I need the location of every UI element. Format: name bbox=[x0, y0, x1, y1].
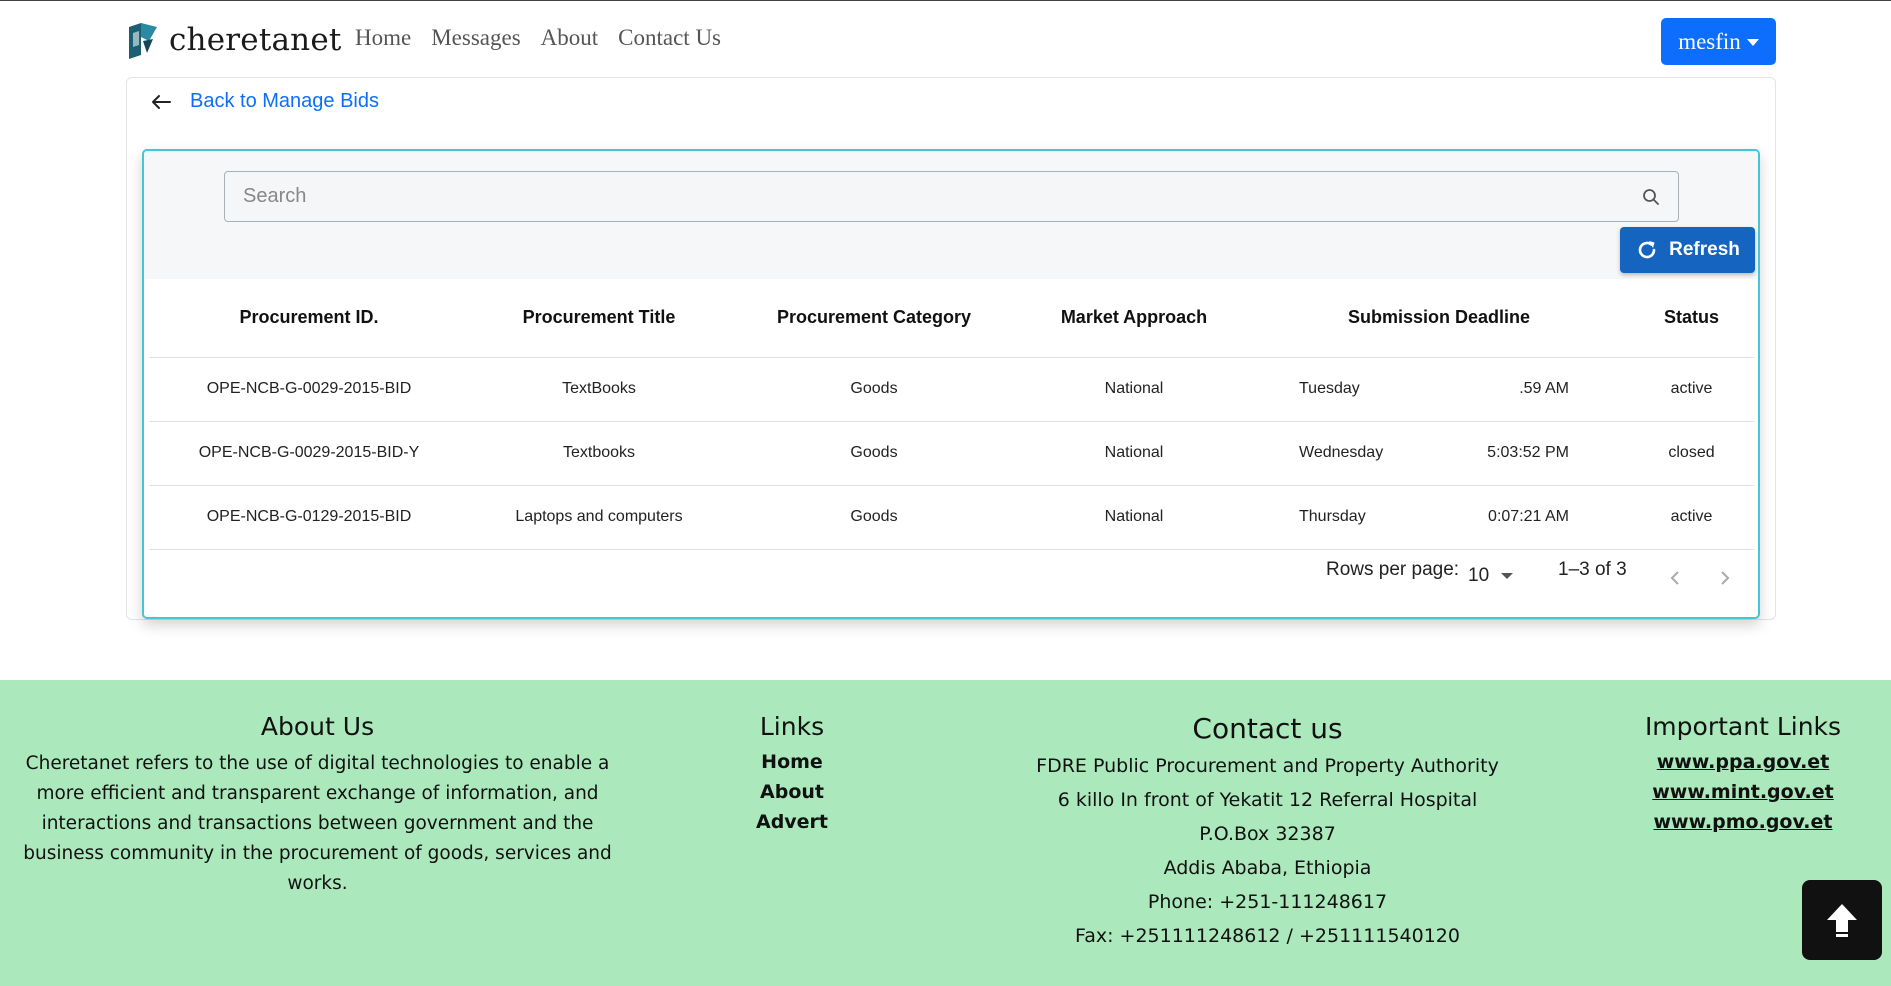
contact-phone: Phone: +251-111248617 bbox=[1147, 891, 1388, 913]
footer-link-advert[interactable]: Advert bbox=[712, 807, 872, 837]
nav-about[interactable]: About bbox=[541, 25, 599, 51]
footer-links-title: Links bbox=[759, 712, 825, 741]
rows-per-page-label: Rows per page: bbox=[1326, 559, 1460, 580]
cell-market-approach: National bbox=[1019, 485, 1249, 550]
nav-messages[interactable]: Messages bbox=[431, 25, 520, 51]
brand-link[interactable]: cheretanet bbox=[127, 21, 342, 59]
refresh-label: Refresh bbox=[1669, 239, 1740, 260]
table-row[interactable]: OPE-NCB-G-0129-2015-BID Laptops and comp… bbox=[149, 485, 1754, 550]
arrow-left-icon[interactable] bbox=[150, 92, 172, 112]
table-header-row: Procurement ID. Procurement Title Procur… bbox=[149, 279, 1754, 358]
cell-procurement-id: OPE-NCB-G-0029-2015-BID bbox=[149, 357, 469, 422]
caret-down-icon bbox=[1746, 39, 1759, 46]
deadline-time: .59 AM bbox=[1519, 380, 1569, 397]
brand-logo-icon bbox=[129, 23, 157, 59]
cell-market-approach: National bbox=[1019, 357, 1249, 422]
cell-procurement-category: Goods bbox=[729, 357, 1019, 422]
contact-po-box: P.O.Box 32387 bbox=[1199, 823, 1336, 845]
header-submission-deadline[interactable]: Submission Deadline bbox=[1249, 279, 1629, 358]
footer-link-about[interactable]: About bbox=[712, 777, 872, 807]
footer-links: Links Home About Advert bbox=[712, 712, 872, 837]
cell-procurement-title: TextBooks bbox=[469, 357, 729, 422]
footer-contact: Contact us FDRE Public Procurement and P… bbox=[1000, 712, 1535, 953]
previous-page-button[interactable] bbox=[1660, 563, 1690, 593]
chevron-left-icon bbox=[1670, 571, 1679, 585]
arrow-up-icon bbox=[1827, 904, 1857, 937]
search-input[interactable] bbox=[225, 172, 1678, 221]
cell-status: closed bbox=[1629, 421, 1754, 486]
header-procurement-title[interactable]: Procurement Title bbox=[469, 279, 729, 358]
cell-procurement-id: OPE-NCB-G-0029-2015-BID-Y bbox=[149, 421, 469, 486]
cell-submission-deadline: Thursday 0:07:21 AM bbox=[1249, 485, 1629, 550]
cell-procurement-id: OPE-NCB-G-0129-2015-BID bbox=[149, 485, 469, 550]
footer-about: About Us Cheretanet refers to the use of… bbox=[10, 712, 625, 899]
deadline-day: Thursday bbox=[1299, 508, 1366, 525]
rows-per-page-value: 10 bbox=[1468, 565, 1490, 586]
nav-links: Home Messages About Contact Us bbox=[355, 25, 721, 51]
footer-important-links: Important Links www.ppa.gov.et www.mint.… bbox=[1620, 712, 1866, 837]
cell-status: active bbox=[1629, 485, 1754, 550]
footer-contact-title: Contact us bbox=[1192, 712, 1343, 745]
header-market-approach[interactable]: Market Approach bbox=[1019, 279, 1249, 358]
cell-procurement-category: Goods bbox=[729, 485, 1019, 550]
footer-link-home[interactable]: Home bbox=[712, 747, 872, 777]
rows-per-page-select[interactable]: 10 bbox=[1468, 565, 1514, 587]
nav-home[interactable]: Home bbox=[355, 25, 411, 51]
next-page-button[interactable] bbox=[1710, 563, 1740, 593]
header-procurement-id[interactable]: Procurement ID. bbox=[149, 279, 469, 358]
footer-about-title: About Us bbox=[260, 712, 375, 741]
header-procurement-category[interactable]: Procurement Category bbox=[729, 279, 1019, 358]
brand-name: cheretanet bbox=[169, 22, 342, 58]
search-box bbox=[224, 171, 1679, 222]
nav-contact-us[interactable]: Contact Us bbox=[618, 25, 721, 51]
contact-address: 6 killo In front of Yekatit 12 Referral … bbox=[1057, 789, 1478, 811]
chevron-right-icon bbox=[1721, 571, 1730, 585]
user-menu-button[interactable]: mesfin bbox=[1661, 18, 1776, 65]
header-status[interactable]: Status bbox=[1629, 279, 1754, 358]
important-link-ppa[interactable]: www.ppa.gov.et bbox=[1620, 747, 1866, 777]
deadline-time: 0:07:21 AM bbox=[1488, 508, 1569, 525]
cell-procurement-title: Laptops and computers bbox=[469, 485, 729, 550]
refresh-button[interactable]: Refresh bbox=[1620, 227, 1755, 273]
deadline-day: Tuesday bbox=[1299, 380, 1360, 397]
user-name: mesfin bbox=[1678, 28, 1741, 54]
cell-market-approach: National bbox=[1019, 421, 1249, 486]
contact-city: Addis Ababa, Ethiopia bbox=[1163, 857, 1372, 879]
caret-down-icon bbox=[1501, 573, 1514, 579]
important-link-pmo[interactable]: www.pmo.gov.et bbox=[1620, 807, 1866, 837]
contact-organization: FDRE Public Procurement and Property Aut… bbox=[1036, 755, 1499, 777]
back-to-manage-bids-link[interactable]: Back to Manage Bids bbox=[190, 90, 379, 113]
footer-important-title: Important Links bbox=[1644, 712, 1842, 741]
pagination-range: 1–3 of 3 bbox=[1558, 559, 1627, 580]
cell-submission-deadline: Tuesday .59 AM bbox=[1249, 357, 1629, 422]
bids-table: Procurement ID. Procurement Title Procur… bbox=[149, 279, 1754, 550]
pagination: Rows per page: 10 1–3 of 3 bbox=[144, 545, 1758, 615]
deadline-time: 5:03:52 PM bbox=[1487, 444, 1569, 461]
search-icon[interactable] bbox=[1642, 188, 1660, 206]
table-row[interactable]: OPE-NCB-G-0029-2015-BID TextBooks Goods … bbox=[149, 357, 1754, 422]
cell-procurement-title: Textbooks bbox=[469, 421, 729, 486]
contact-fax: Fax: +251111248612 / +251111540120 bbox=[1075, 925, 1460, 947]
important-link-mint[interactable]: www.mint.gov.et bbox=[1620, 777, 1866, 807]
cell-status: active bbox=[1629, 357, 1754, 422]
cell-procurement-category: Goods bbox=[729, 421, 1019, 486]
cell-submission-deadline: Wednesday 5:03:52 PM bbox=[1249, 421, 1629, 486]
footer-about-text: Cheretanet refers to the use of digital … bbox=[23, 753, 612, 894]
deadline-day: Wednesday bbox=[1299, 444, 1384, 461]
back-row: Back to Manage Bids bbox=[150, 90, 379, 113]
table-row[interactable]: OPE-NCB-G-0029-2015-BID-Y Textbooks Good… bbox=[149, 421, 1754, 486]
bids-table-panel: Refresh Procurement ID. Procurement Titl… bbox=[142, 149, 1760, 619]
scroll-to-top-button[interactable] bbox=[1802, 880, 1882, 960]
navbar: cheretanet Home Messages About Contact U… bbox=[0, 1, 1891, 77]
footer: About Us Cheretanet refers to the use of… bbox=[0, 680, 1891, 986]
refresh-icon bbox=[1638, 241, 1656, 259]
